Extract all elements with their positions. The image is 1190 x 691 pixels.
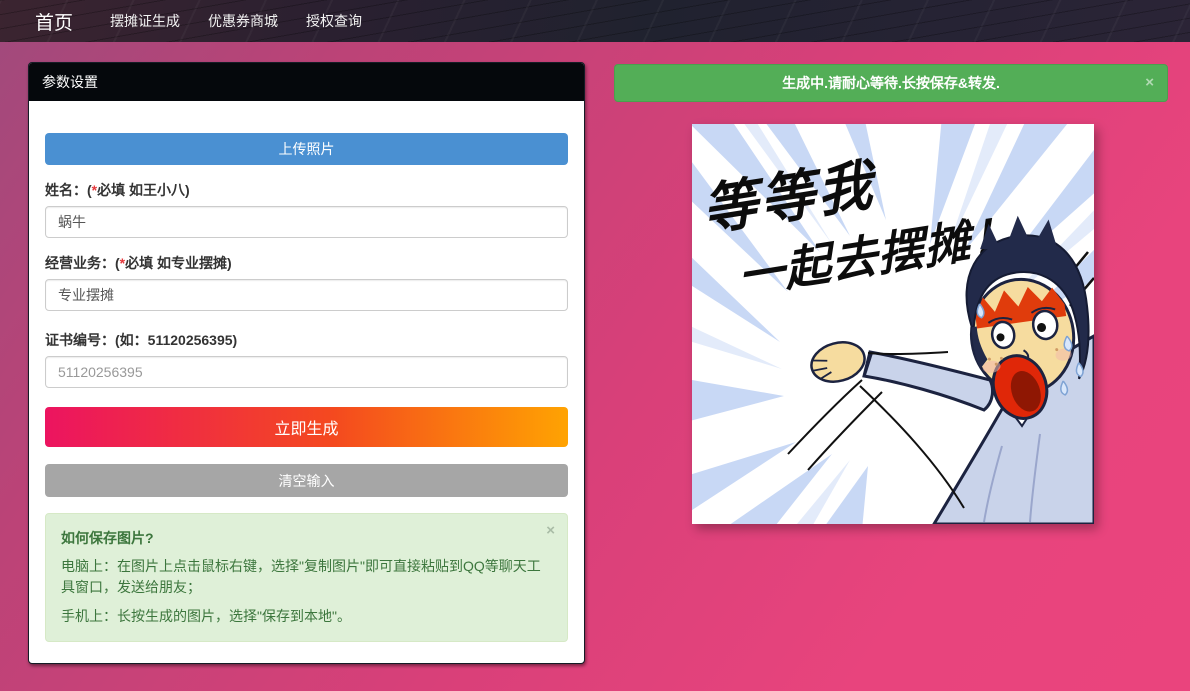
nav-item-stall-cert-generator[interactable]: 摆摊证生成 xyxy=(110,11,180,31)
generating-alert: 生成中.请耐心等待.长按保存&转发. × xyxy=(614,64,1168,102)
save-help-line-pc: 电脑上：在图片上点击鼠标右键，选择"复制图片"即可直接粘贴到QQ等聊天工具窗口，… xyxy=(61,556,552,598)
panel-title: 参数设置 xyxy=(29,63,584,101)
business-label: 经营业务：(*必填 如专业摆摊) xyxy=(45,253,568,273)
cert-number-input[interactable] xyxy=(45,356,568,388)
panel-body: 上传照片 姓名：(*必填 如王小八) 经营业务：(*必填 如专业摆摊) 证书编号… xyxy=(29,101,584,658)
close-icon[interactable]: × xyxy=(546,523,555,538)
business-input[interactable] xyxy=(45,279,568,311)
generate-button[interactable]: 立即生成 xyxy=(45,407,568,447)
top-nav: 首页 摆摊证生成 优惠券商城 授权查询 xyxy=(0,0,1190,42)
nav-item-coupon-mall[interactable]: 优惠券商城 xyxy=(208,11,278,31)
upload-photo-button[interactable]: 上传照片 xyxy=(45,133,568,165)
name-input[interactable] xyxy=(45,206,568,238)
save-help-line-mobile: 手机上：长按生成的图片，选择"保存到本地"。 xyxy=(61,606,552,627)
settings-panel: 参数设置 上传照片 姓名：(*必填 如王小八) 经营业务：(*必填 如专业摆摊)… xyxy=(28,62,585,664)
save-help-alert: × 如何保存图片? 电脑上：在图片上点击鼠标右键，选择"复制图片"即可直接粘贴到… xyxy=(45,513,568,642)
close-icon[interactable]: × xyxy=(1145,75,1154,90)
clear-input-button[interactable]: 清空输入 xyxy=(45,464,568,497)
meme-illustration: 等等我 一起去摆摊！ xyxy=(692,124,1094,524)
nav-item-auth-query[interactable]: 授权查询 xyxy=(306,11,362,31)
cert-number-label: 证书编号：(如：51120256395) xyxy=(45,330,568,350)
nav-item-home[interactable]: 首页 xyxy=(35,8,73,35)
generating-alert-text: 生成中.请耐心等待.长按保存&转发. xyxy=(782,73,1000,93)
generated-meme-image[interactable]: 等等我 一起去摆摊！ xyxy=(692,124,1094,524)
name-label: 姓名：(*必填 如王小八) xyxy=(45,180,568,200)
save-help-title: 如何保存图片? xyxy=(61,528,552,548)
